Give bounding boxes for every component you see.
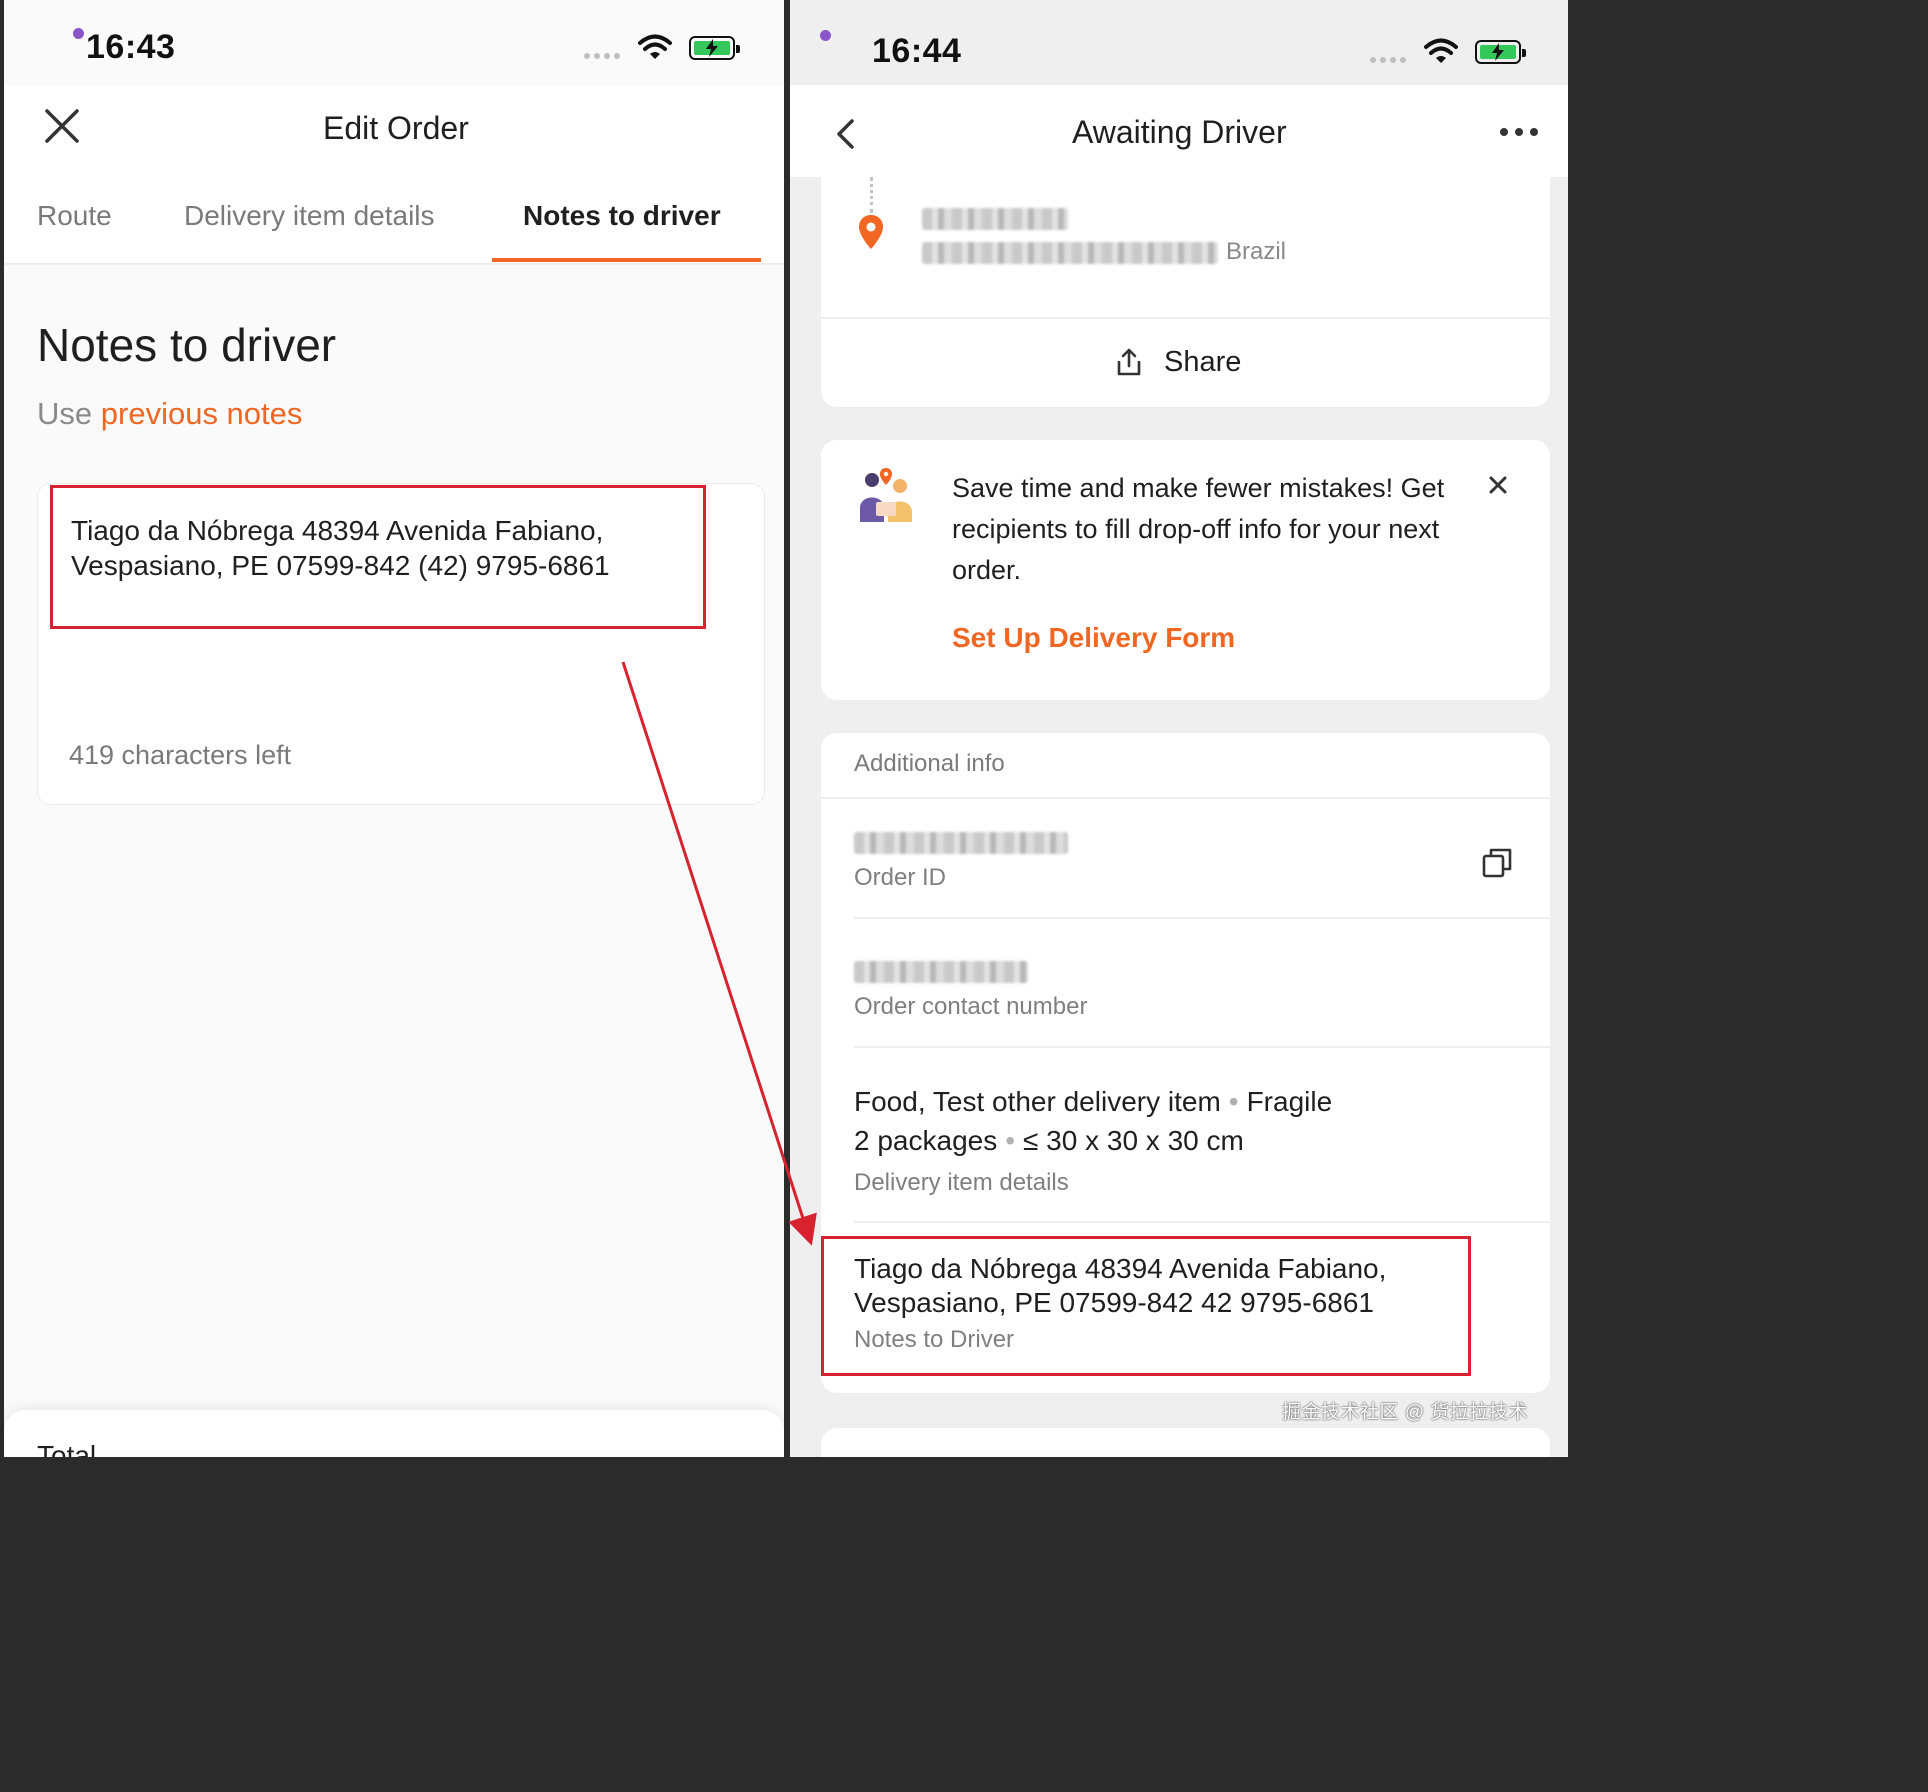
characters-left-counter: 419 characters left	[69, 740, 292, 770]
cellular-signal-icon	[584, 53, 620, 59]
status-time: 16:44	[872, 32, 962, 70]
battery-charging-icon	[689, 36, 740, 60]
close-icon[interactable]	[44, 108, 80, 144]
item-fragile: Fragile	[1246, 1086, 1333, 1117]
back-chevron-icon[interactable]	[834, 118, 856, 150]
page-title: Awaiting Driver	[1072, 114, 1287, 150]
redacted-contact-number	[854, 961, 1028, 983]
previous-notes-link[interactable]: previous notes	[101, 396, 303, 431]
delivery-item-types: Food, Test other delivery item • Fragile	[854, 1086, 1333, 1117]
item-packages: 2 packages	[854, 1125, 998, 1156]
section-title: Notes to driver	[37, 319, 337, 371]
delivery-item-packages: 2 packages • ≤ 30 x 30 x 30 cm	[854, 1125, 1244, 1156]
total-label: Total	[37, 1440, 97, 1457]
copy-icon[interactable]	[1482, 847, 1512, 879]
tab-notes-to-driver[interactable]: Notes to driver	[523, 200, 721, 232]
item-size: ≤ 30 x 30 x 30 cm	[1023, 1125, 1244, 1156]
tab-route[interactable]: Route	[37, 200, 112, 232]
divider	[821, 317, 1550, 319]
divider	[854, 1221, 1550, 1223]
set-up-delivery-form-link[interactable]: Set Up Delivery Form	[952, 622, 1235, 654]
more-options-icon[interactable]	[1500, 128, 1538, 136]
right-screen-awaiting-driver: 16:44 Awaiting Driver Brazil Share Save …	[790, 0, 1568, 1457]
active-tab-indicator	[492, 258, 761, 262]
bottom-summary-panel	[4, 1410, 784, 1457]
delivery-people-illustration-icon	[860, 468, 912, 522]
battery-charging-icon	[1475, 40, 1526, 64]
divider	[821, 797, 1550, 799]
order-contact-number-label: Order contact number	[854, 993, 1088, 1020]
close-icon[interactable]	[1488, 475, 1508, 495]
next-card	[821, 1428, 1550, 1457]
watermark: 掘金技术社区 @ 货拉拉技术	[1282, 1402, 1528, 1423]
use-previous-notes: Use previous notes	[37, 396, 302, 432]
status-time: 16:43	[86, 28, 176, 66]
delivery-item-details-label: Delivery item details	[854, 1169, 1069, 1196]
use-prefix: Use	[37, 396, 93, 431]
promo-message: Save time and make fewer mistakes! Get r…	[952, 473, 1445, 585]
highlight-box-notes-input	[50, 485, 706, 629]
status-indicator-dot	[820, 30, 831, 41]
redacted-address	[922, 242, 1218, 264]
share-icon[interactable]	[1115, 347, 1143, 377]
drop-off-pin-icon	[859, 215, 883, 249]
tab-delivery-item-details[interactable]: Delivery item details	[184, 200, 435, 232]
order-id-label: Order ID	[854, 864, 947, 891]
item-types: Food, Test other delivery item	[854, 1086, 1221, 1117]
additional-info-header: Additional info	[854, 750, 1005, 777]
address-country: Brazil	[1226, 238, 1287, 265]
divider	[854, 917, 1550, 919]
highlight-box-notes-display	[821, 1236, 1471, 1376]
redacted-order-id	[854, 832, 1068, 854]
redacted-recipient-name	[922, 208, 1068, 230]
route-connector-line	[870, 177, 876, 213]
wifi-icon	[638, 34, 672, 59]
page-title: Edit Order	[323, 110, 469, 146]
cellular-signal-icon	[1370, 57, 1406, 63]
wifi-icon	[1424, 38, 1458, 63]
left-screen-edit-order: 16:43 Edit Order Route Delivery item det…	[4, 0, 784, 1457]
divider	[854, 1046, 1550, 1048]
status-indicator-dot	[73, 28, 84, 39]
share-button[interactable]: Share	[1164, 346, 1241, 379]
